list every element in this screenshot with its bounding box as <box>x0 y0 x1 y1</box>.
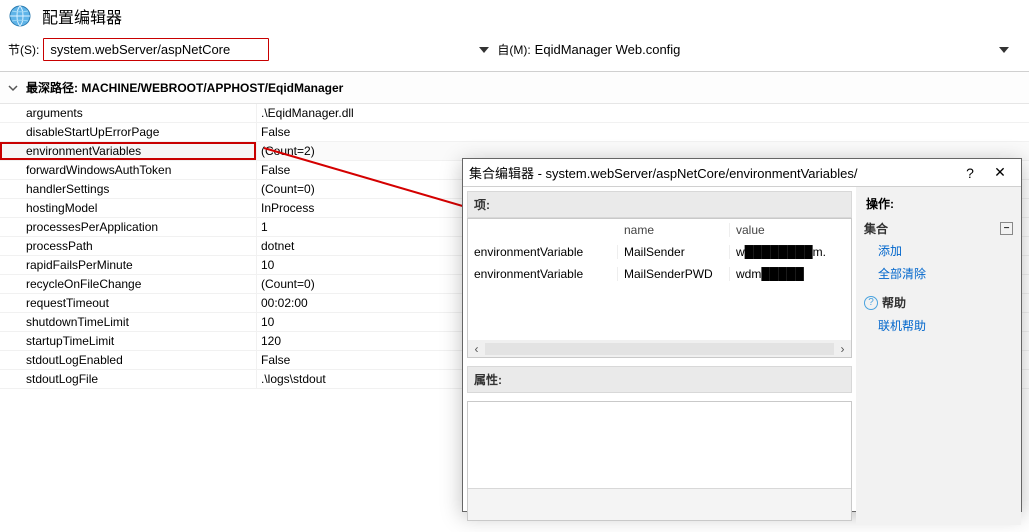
cell-name: MailSender <box>618 245 730 259</box>
toolbar: 节(S): system.webServer/aspNetCore 自(M): … <box>0 32 1029 71</box>
items-row[interactable]: environmentVariableMailSenderPWDwdm█████ <box>468 263 851 285</box>
deepest-path-header[interactable]: 最深路径: MACHINE/WEBROOT/APPHOST/EqidManage… <box>0 72 1029 103</box>
group-collection[interactable]: 集合 − <box>864 218 1013 239</box>
property-row[interactable]: disableStartUpErrorPageFalse <box>0 123 1029 142</box>
collapse-icon[interactable]: − <box>1000 222 1013 235</box>
items-header: 项: <box>467 191 852 218</box>
add-link[interactable]: 添加 <box>864 239 1013 262</box>
cell-type: environmentVariable <box>468 245 618 259</box>
property-key: recycleOnFileChange <box>0 275 256 293</box>
property-key: startupTimeLimit <box>0 332 256 350</box>
from-dropdown[interactable]: 自(M): EqidManager Web.config <box>497 41 1021 58</box>
window-title: 配置编辑器 <box>42 4 122 28</box>
help-icon: ? <box>864 296 878 310</box>
section-value: system.webServer/aspNetCore <box>50 42 230 57</box>
actions-panel: 操作: 集合 − 添加 全部清除 ? 帮助 联机帮助 <box>856 187 1021 525</box>
deepest-path-text: 最深路径: MACHINE/WEBROOT/APPHOST/EqidManage… <box>26 79 343 96</box>
property-key: stdoutLogFile <box>0 370 256 388</box>
scroll-left-icon[interactable]: ‹ <box>468 340 485 357</box>
property-key: arguments <box>0 104 256 122</box>
property-key: forwardWindowsAuthToken <box>0 161 256 179</box>
clear-all-link[interactable]: 全部清除 <box>864 262 1013 285</box>
col-name: name <box>618 223 730 237</box>
scroll-track[interactable] <box>485 343 834 355</box>
property-key: stdoutLogEnabled <box>0 351 256 369</box>
property-row[interactable]: arguments.\EqidManager.dll <box>0 104 1029 123</box>
col-value: value <box>730 223 851 237</box>
property-key: disableStartUpErrorPage <box>0 123 256 141</box>
cell-name: MailSenderPWD <box>618 267 730 281</box>
property-key: shutdownTimeLimit <box>0 313 256 331</box>
property-key: rapidFailsPerMinute <box>0 256 256 274</box>
props-panel[interactable] <box>467 401 852 521</box>
collection-editor-dialog: 集合编辑器 - system.webServer/aspNetCore/envi… <box>462 158 1022 512</box>
property-key: hostingModel <box>0 199 256 217</box>
actions-header: 操作: <box>864 191 1013 218</box>
cell-value: w████████m. <box>730 245 851 259</box>
property-key: environmentVariables <box>0 142 256 160</box>
section-dropdown-icon[interactable] <box>479 47 489 53</box>
from-dropdown-icon[interactable] <box>999 47 1009 53</box>
from-label: 自(M): <box>497 41 530 58</box>
dialog-help-button[interactable]: ? <box>955 165 985 181</box>
dialog-title: 集合编辑器 - system.webServer/aspNetCore/envi… <box>469 163 955 182</box>
chevron-down-icon <box>8 83 18 93</box>
globe-icon <box>8 4 32 28</box>
items-panel[interactable]: namevalueenvironmentVariableMailSenderw█… <box>467 218 852 358</box>
property-value: False <box>256 123 1029 141</box>
cell-value: wdm█████ <box>730 267 851 281</box>
property-value: .\EqidManager.dll <box>256 104 1029 122</box>
property-key: requestTimeout <box>0 294 256 312</box>
section-label: 节(S): <box>8 41 39 58</box>
horizontal-scrollbar[interactable]: ‹ › <box>468 340 851 357</box>
dialog-close-button[interactable]: ✕ <box>985 164 1015 181</box>
property-key: handlerSettings <box>0 180 256 198</box>
scroll-right-icon[interactable]: › <box>834 340 851 357</box>
window-titlebar: 配置编辑器 <box>0 0 1029 32</box>
property-key: processesPerApplication <box>0 218 256 236</box>
items-header-row: namevalue <box>468 219 851 241</box>
section-input[interactable]: system.webServer/aspNetCore <box>43 38 269 61</box>
online-help-link[interactable]: 联机帮助 <box>864 314 1013 337</box>
items-row[interactable]: environmentVariableMailSenderw████████m. <box>468 241 851 263</box>
props-header: 属性: <box>467 366 852 393</box>
cell-type: environmentVariable <box>468 267 618 281</box>
dialog-titlebar[interactable]: 集合编辑器 - system.webServer/aspNetCore/envi… <box>463 159 1021 186</box>
help-group[interactable]: ? 帮助 <box>864 291 1013 314</box>
from-value: EqidManager Web.config <box>535 42 999 57</box>
property-key: processPath <box>0 237 256 255</box>
